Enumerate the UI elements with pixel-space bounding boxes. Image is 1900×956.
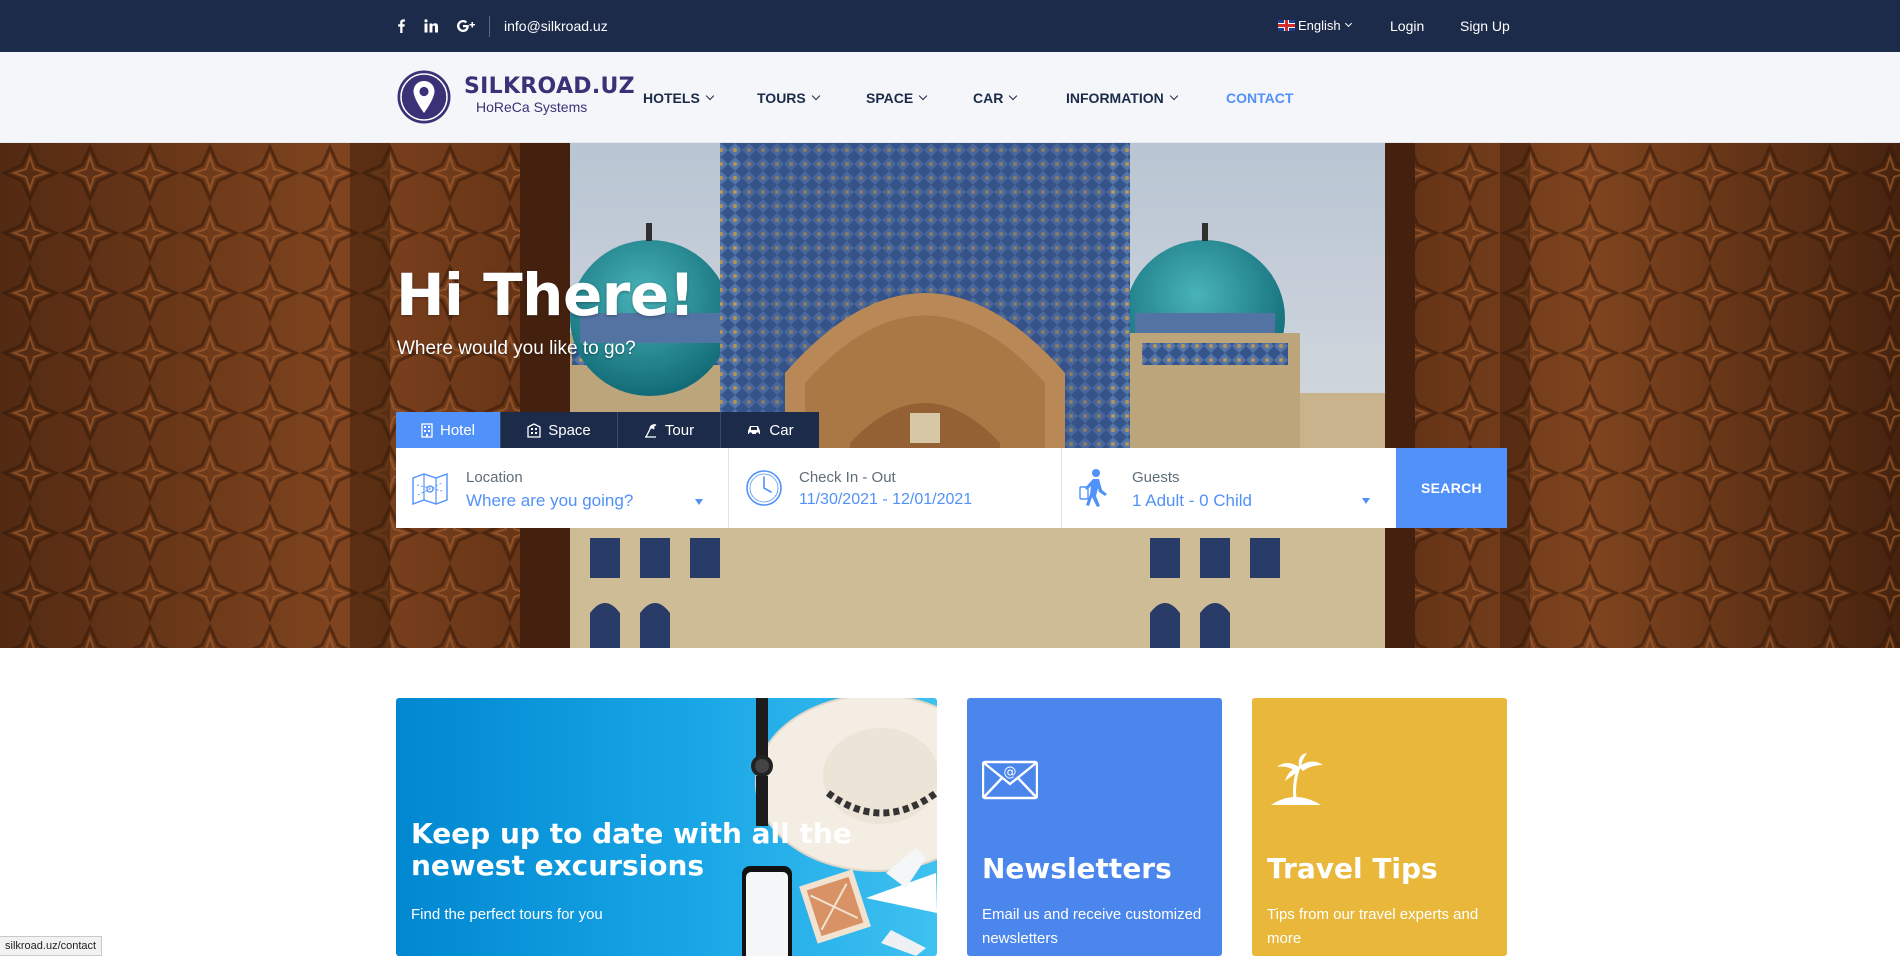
chevron-down-icon [1009,91,1018,101]
caret-down-icon [1362,498,1370,504]
travel-tips-text: Tips from our travel experts and more [1267,906,1479,947]
car-icon [748,426,761,436]
nav-tours-label: TOURS [757,90,806,106]
top-bar: info@silkroad.uz English Login Sign Up [0,0,1900,52]
travel-tips-title: Travel Tips [1267,852,1438,885]
main-header [0,52,1900,143]
svg-text:@: @ [1004,765,1017,780]
nav-hotels-label: HOTELS [643,90,700,106]
dates-input[interactable]: 11/30/2021 - 12/01/2021 [799,491,972,509]
newsletters-text: Email us and receive customized newslett… [982,906,1202,947]
logo-tagline: HoReCa Systems [476,99,588,115]
hero-subtitle: Where would you like to go? [397,338,636,359]
chevron-down-icon [1169,91,1178,101]
search-tabs: Hotel Space Tour Car [396,412,819,448]
newsletters-title: Newsletters [982,852,1172,885]
language-selector[interactable]: English [1278,18,1352,33]
location-label: Location [466,469,523,486]
tab-hotel[interactable]: Hotel [396,412,501,448]
excursions-title: Keep up to date with all the newest excu… [411,817,852,882]
traveler-icon [1079,469,1107,507]
chevron-down-icon [705,91,715,101]
tab-hotel-label: Hotel [439,421,476,439]
nav-information[interactable]: INFORMATION [1066,90,1178,106]
chevron-down-icon [1344,19,1352,28]
guests-label: Guests [1132,469,1180,486]
nav-contact[interactable]: CONTACT [1226,90,1293,106]
dates-field[interactable]: Check In - Out 11/30/2021 - 12/01/2021 [729,448,1062,528]
guests-input[interactable]: 1 Adult - 0 Child [1132,491,1252,511]
tab-tour-label: Tour [664,421,695,439]
guests-field[interactable]: Guests 1 Adult - 0 Child [1062,448,1396,528]
envelope-icon: @ [982,760,1038,800]
logo-pin-icon[interactable] [396,69,452,130]
nav-space-label: SPACE [866,90,914,106]
tab-car[interactable]: Car [721,412,819,448]
uk-flag-icon [1278,20,1295,31]
palm-island-icon [1271,753,1323,805]
hero-banner [0,143,1900,648]
hero-background-image [0,143,1900,648]
excursions-text: Find the perfect tours for you [411,906,603,923]
map-icon [412,473,448,505]
excursions-card[interactable]: Keep up to date with all the newest excu… [396,698,937,956]
facebook-icon[interactable] [396,0,406,52]
nav-information-label: INFORMATION [1066,90,1164,106]
tour-icon [644,423,657,438]
logo-name[interactable]: SILKROAD.UZ [464,74,635,99]
building-icon [527,422,541,438]
caret-down-icon [695,499,703,505]
status-bar-url: silkroad.uz/contact [0,936,103,956]
dates-label: Check In - Out [799,469,896,486]
location-field[interactable]: Location Where are you going? [396,448,729,528]
search-button[interactable]: SEARCH [1396,448,1507,528]
tab-space[interactable]: Space [501,412,618,448]
tab-space-label: Space [548,421,591,439]
nav-car[interactable]: CAR [973,90,1018,106]
clock-icon [746,470,782,506]
signup-link[interactable]: Sign Up [1460,18,1510,34]
newsletters-card[interactable]: @ Newsletters Email us and receive custo… [967,698,1222,956]
nav-space[interactable]: SPACE [866,90,928,106]
chevron-down-icon [811,91,820,101]
tab-car-label: Car [769,421,794,439]
language-label: English [1298,18,1341,33]
nav-contact-label: CONTACT [1226,90,1294,106]
location-input[interactable]: Where are you going? [466,491,633,511]
hotel-icon [421,422,433,438]
hero-title: Hi There! [396,261,695,329]
topbar-divider [489,16,490,37]
linkedin-icon[interactable] [424,0,438,52]
contact-email[interactable]: info@silkroad.uz [504,18,608,34]
search-form: Location Where are you going? Check In -… [396,448,1507,528]
google-plus-icon[interactable] [457,0,476,52]
nav-car-label: CAR [973,90,1004,106]
nav-hotels[interactable]: HOTELS [643,90,715,106]
login-link[interactable]: Login [1390,18,1424,34]
travel-tips-card[interactable]: Travel Tips Tips from our travel experts… [1252,698,1507,956]
chevron-down-icon [918,91,928,101]
nav-tours[interactable]: TOURS [757,90,820,106]
tab-tour[interactable]: Tour [618,412,721,448]
